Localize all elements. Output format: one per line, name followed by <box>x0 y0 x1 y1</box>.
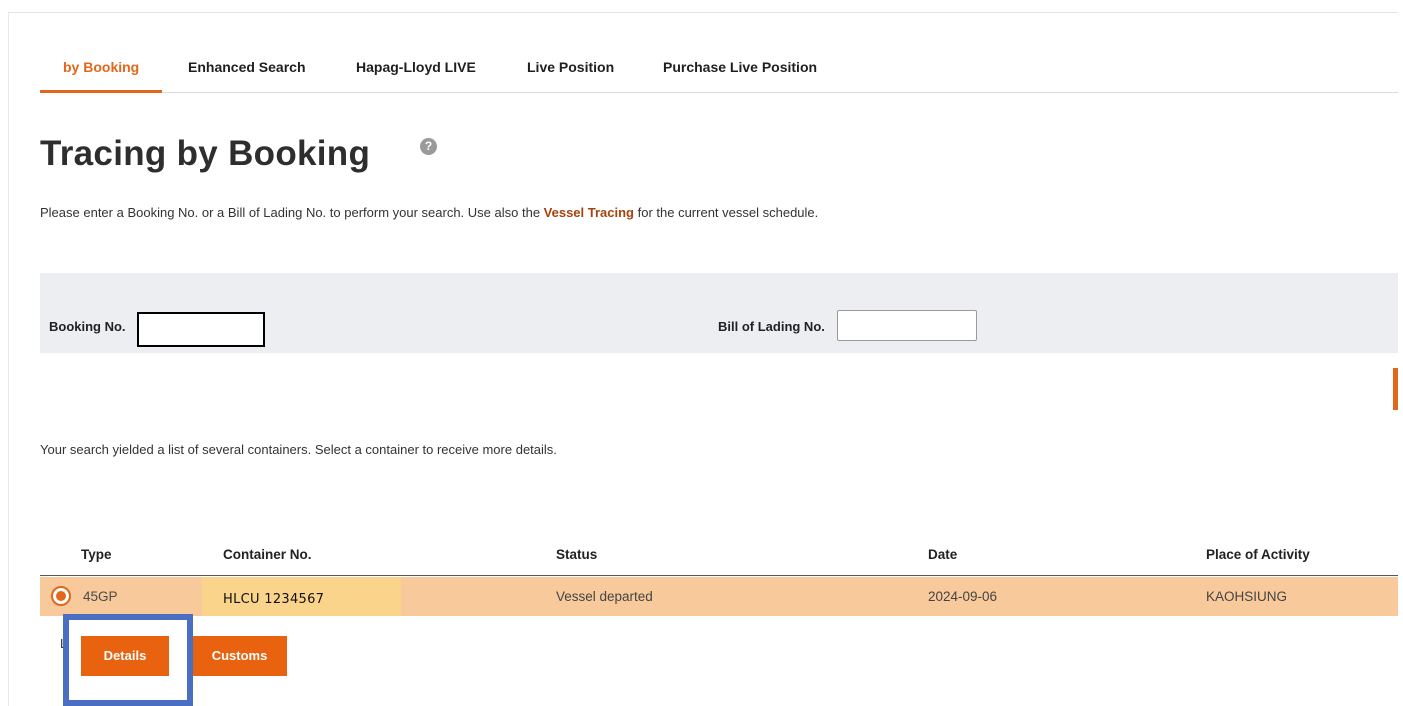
column-header-type: Type <box>81 547 112 562</box>
tab-hapag-lloyd-live[interactable]: Hapag-Lloyd LIVE <box>356 52 476 93</box>
results-message: Your search yielded a list of several co… <box>40 442 557 457</box>
column-header-place-of-activity: Place of Activity <box>1206 547 1310 562</box>
bill-of-lading-label: Bill of Lading No. <box>718 319 825 334</box>
page-title: Tracing by Booking <box>40 134 371 173</box>
cell-type: 45GP <box>83 589 118 604</box>
tab-live-position[interactable]: Live Position <box>527 52 614 93</box>
tracing-tabs: by Booking Enhanced Search Hapag-Lloyd L… <box>40 52 1398 93</box>
booking-no-label: Booking No. <box>49 319 126 334</box>
container-no-cell: HLCU 1234567 <box>202 577 401 616</box>
question-circle-icon[interactable]: ? <box>420 138 437 155</box>
bill-of-lading-input[interactable] <box>837 310 977 341</box>
customs-button[interactable]: Customs <box>192 636 287 676</box>
table-row[interactable]: 45GP HLCU 1234567 Vessel departed 2024-0… <box>40 577 1398 616</box>
cell-container-no: HLCU 1234567 <box>223 592 325 607</box>
row-select-radio[interactable] <box>51 586 71 606</box>
booking-no-input[interactable] <box>137 312 265 347</box>
tab-enhanced-search[interactable]: Enhanced Search <box>188 52 306 93</box>
page-top-border <box>8 12 1398 13</box>
tab-by-booking[interactable]: by Booking <box>40 52 163 93</box>
search-button-edge[interactable] <box>1393 368 1398 410</box>
intro-text-end: for the current vessel schedule. <box>634 205 819 220</box>
search-panel: Booking No. Bill of Lading No. <box>40 273 1398 353</box>
cell-date: 2024-09-06 <box>928 589 998 604</box>
page-left-border <box>8 12 9 706</box>
column-header-status: Status <box>556 547 598 562</box>
column-header-container-no: Container No. <box>223 547 312 562</box>
cell-status: Vessel departed <box>556 589 653 604</box>
cell-place-of-activity: KAOHSIUNG <box>1206 589 1288 604</box>
details-button[interactable]: Details <box>81 636 169 676</box>
column-header-date: Date <box>928 547 958 562</box>
partially-hidden-label: L <box>60 636 68 651</box>
radio-selected-dot <box>56 591 66 601</box>
tab-purchase-live-position[interactable]: Purchase Live Position <box>663 52 817 93</box>
vessel-tracing-link[interactable]: Vessel Tracing <box>544 205 634 220</box>
results-table-header: Type Container No. Status Date Place of … <box>40 538 1398 576</box>
intro-text-start: Please enter a Booking No. or a Bill of … <box>40 205 544 220</box>
intro-text: Please enter a Booking No. or a Bill of … <box>40 205 818 220</box>
